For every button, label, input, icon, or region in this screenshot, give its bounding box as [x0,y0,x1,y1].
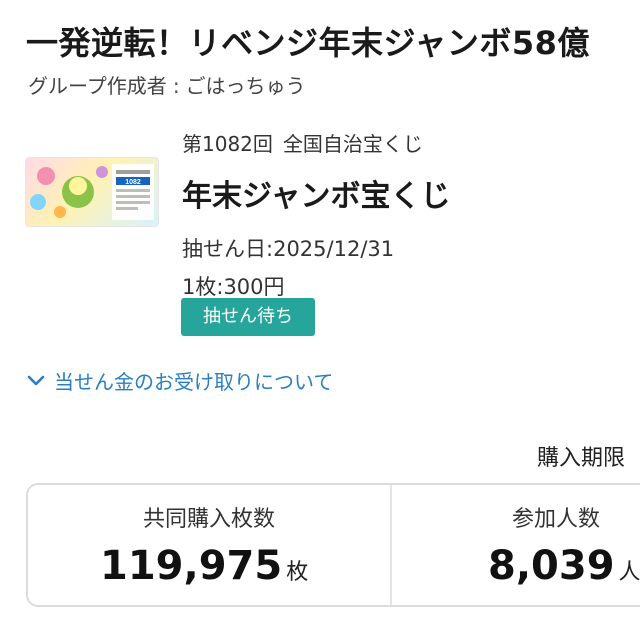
creator-label: グループ作成者 [28,74,167,98]
status-badge: 抽せん待ち [181,298,315,336]
lottery-round: 第1082回 [182,132,273,156]
prize-info-toggle[interactable]: 当せん金のお受け取りについて [26,366,333,395]
draw-date-label: 抽せん日: [182,237,274,261]
group-title: 一発逆転！リベンジ年末ジャンボ58億 [26,24,590,62]
purchase-period-label: 購入期限 [537,446,626,471]
lottery-info: 第1082回 全国自治宝くじ 年末ジャンボ宝くじ 抽せん日:2025/12/31 … [182,128,451,301]
tickets-label: 共同購入枚数 [142,507,275,532]
chevron-down-icon [27,375,45,385]
ticket-number: 1082 [125,179,141,186]
draw-date-line: 抽せん日:2025/12/31 [182,233,451,263]
tickets-stat: 共同購入枚数 119,975 枚 [28,485,390,605]
ticket-decoration [30,194,46,210]
participants-value-row: 8,039 人 [488,543,640,589]
lottery-name: 年末ジャンボ宝くじ [182,179,451,214]
ticket-line [116,207,138,210]
price-value: 300円 [223,275,285,299]
ticket-line [116,201,150,204]
ticket-line [116,170,150,174]
draw-date-value: 2025/12/31 [273,237,395,261]
prize-info-label: 当せん金のお受け取りについて [54,370,334,394]
ticket-mascot-face [69,177,87,195]
creator-separator: : [172,74,180,98]
lottery-round-line: 第1082回 全国自治宝くじ [182,128,451,157]
creator-line: グループ作成者: ごはっちゅう [28,70,306,99]
participants-value: 8,039 [488,543,615,589]
tickets-value-row: 119,975 枚 [100,543,308,589]
creator-name: ごはっちゅう [185,74,306,98]
lottery-ticket-image: 1082 [26,158,158,226]
participants-stat: 参加人数 8,039 人 [390,485,640,605]
lottery-category: 全国自治宝くじ [282,132,423,156]
price-label: 1枚: [182,275,224,299]
tickets-value: 119,975 [100,543,283,589]
tickets-unit: 枚 [286,560,309,585]
price-line: 1枚:300円 [182,271,451,301]
ticket-illustration: 1082 [30,164,154,220]
ticket-decoration [96,166,108,178]
ticket-decoration [37,167,55,185]
ticket-decoration [54,206,66,218]
participants-unit: 人 [618,560,640,585]
stats-card: 共同購入枚数 119,975 枚 参加人数 8,039 人 [26,483,640,607]
participants-label: 参加人数 [512,507,601,532]
ticket-line [116,195,150,198]
ticket-line [116,189,150,192]
